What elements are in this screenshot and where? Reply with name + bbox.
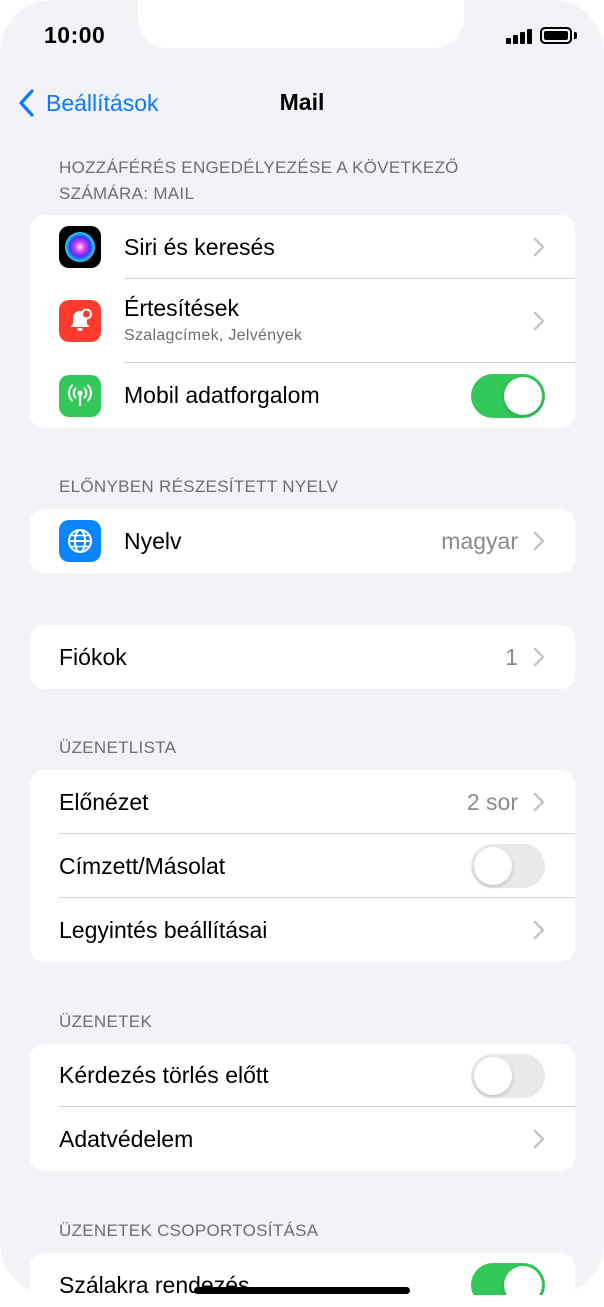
notch (138, 0, 464, 48)
page-title: Mail (279, 89, 325, 115)
ask-before-deleting-toggle[interactable] (471, 1053, 545, 1098)
ask-before-deleting-row: Kérdezés törlés előtt (30, 1044, 575, 1107)
siri-search-row[interactable]: Siri és keresés (30, 215, 575, 279)
preview-row[interactable]: Előnézet 2 sor (30, 770, 575, 834)
message-list-group: Előnézet 2 sor Címzett/Másolat Legyintés… (30, 770, 575, 962)
ask-before-deleting-label: Kérdezés törlés előtt (59, 1062, 269, 1088)
notifications-sublabel: Szalagcímek, Jelvények (124, 327, 303, 344)
section-header-access: HOZZÁFÉRÉS ENGEDÉLYEZÉSE A KÖVETKEZŐ SZÁ… (59, 158, 459, 203)
preview-value: 2 sor (466, 788, 518, 815)
phone-screen: 10:00 Beállítások Mail HOZZÁFÉRÉS ENGEDÉ… (0, 0, 604, 1295)
preview-label: Előnézet (59, 788, 149, 815)
organize-by-thread-toggle[interactable] (471, 1263, 545, 1295)
section-header-message-list: ÜZENETLISTA (59, 738, 177, 757)
swipe-options-label: Legyintés beállításai (59, 916, 268, 943)
notifications-row[interactable]: Értesítések Szalagcímek, Jelvények (30, 279, 575, 363)
mobile-data-row: Mobil adatforgalom (30, 363, 575, 428)
to-cc-toggle[interactable] (471, 844, 545, 888)
siri-icon (59, 226, 101, 268)
globe-icon (59, 520, 101, 562)
swipe-options-row[interactable]: Legyintés beállításai (30, 898, 575, 962)
siri-search-label: Siri és keresés (124, 233, 275, 260)
status-time: 10:00 (44, 22, 106, 48)
notifications-text: Értesítések Szalagcímek, Jelvények (124, 295, 302, 345)
battery-icon (540, 27, 572, 44)
mobile-data-toggle[interactable] (471, 373, 545, 418)
language-group: Nyelv magyar (30, 509, 575, 573)
chevron-right-icon (533, 1129, 545, 1149)
access-group: Siri és keresés Értesítések Szalagcímek,… (30, 215, 575, 428)
privacy-label: Adatvédelem (59, 1125, 194, 1152)
home-indicator (194, 1287, 410, 1294)
mobile-data-label: Mobil adatforgalom (124, 382, 320, 408)
to-cc-row: Címzett/Másolat (30, 834, 575, 898)
chevron-right-icon (533, 920, 545, 940)
cellular-signal-icon (506, 29, 533, 44)
section-header-language: ELŐNYBEN RÉSZESÍTETT NYELV (59, 477, 339, 496)
chevron-right-icon (533, 531, 545, 551)
section-header-messages: ÜZENETEK (59, 1012, 153, 1031)
accounts-label: Fiókok (59, 643, 127, 670)
privacy-row[interactable]: Adatvédelem (30, 1107, 575, 1171)
accounts-row[interactable]: Fiókok 1 (30, 625, 575, 689)
to-cc-label: Címzett/Másolat (59, 852, 226, 879)
notifications-label: Értesítések (124, 295, 240, 321)
messages-group: Kérdezés törlés előtt Adatvédelem (30, 1044, 575, 1171)
chevron-right-icon (533, 311, 545, 331)
language-row[interactable]: Nyelv magyar (30, 509, 575, 573)
chevron-right-icon (533, 237, 545, 257)
antenna-icon (59, 374, 101, 417)
language-label: Nyelv (124, 527, 182, 554)
accounts-group: Fiókok 1 (30, 625, 575, 689)
bell-icon (59, 300, 101, 342)
section-header-threading: ÜZENETEK CSOPORTOSÍTÁSA (59, 1221, 319, 1240)
chevron-right-icon (533, 792, 545, 812)
accounts-value: 1 (505, 643, 518, 670)
language-value: magyar (441, 527, 518, 554)
chevron-right-icon (533, 647, 545, 667)
